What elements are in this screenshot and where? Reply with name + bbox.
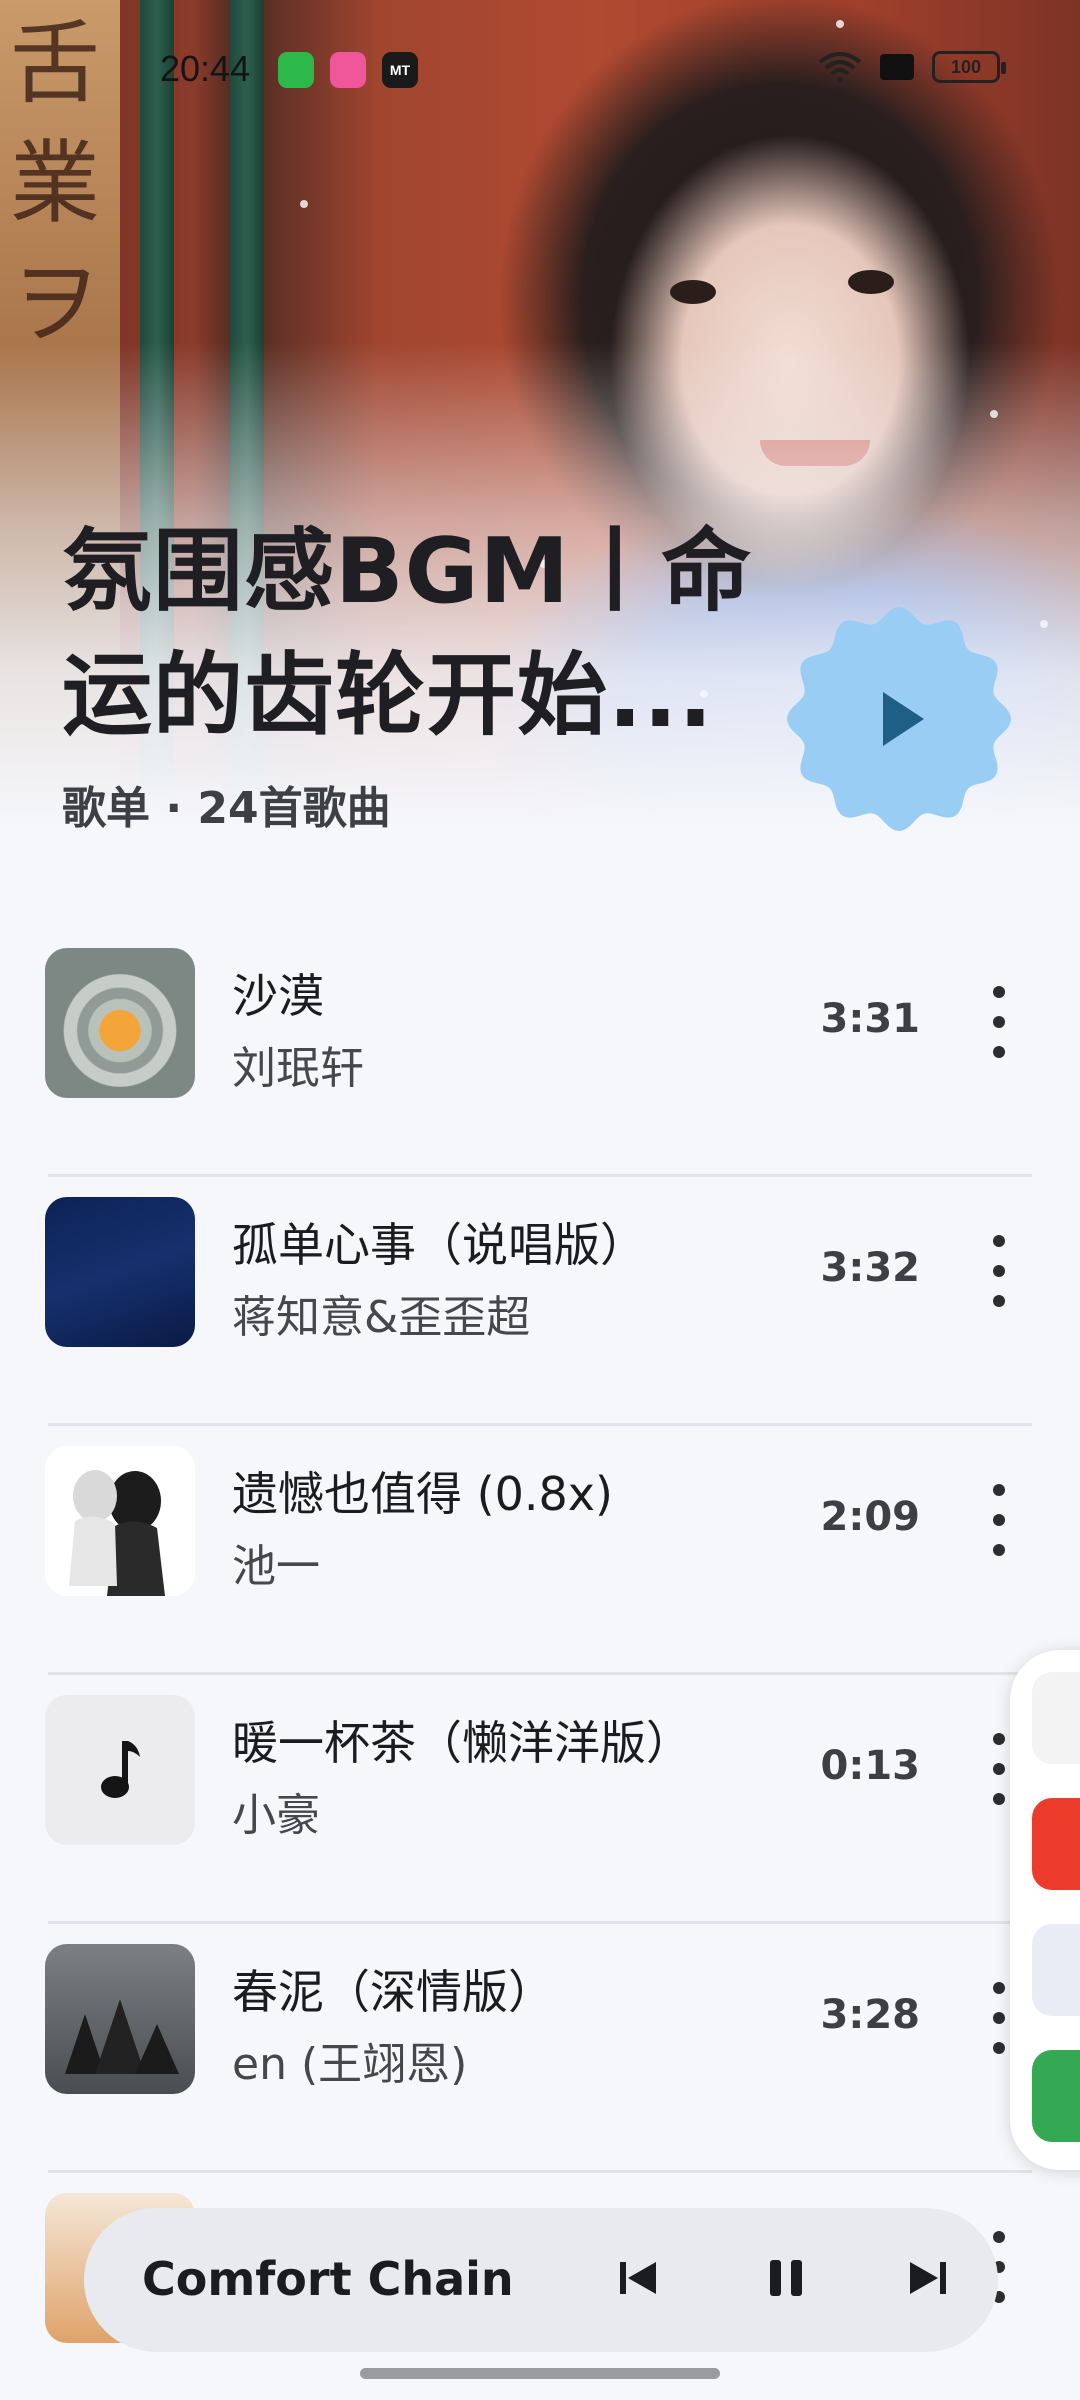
song-artist: 小豪 — [232, 1790, 320, 1841]
mt-app-icon: MT — [382, 52, 418, 88]
skip-previous-icon[interactable] — [606, 2246, 670, 2310]
song-row[interactable]: 暖一杯茶（懒洋洋版） 小豪 0:13 — [0, 1675, 1080, 1924]
song-list: 沙漠 刘珉轩 3:31 孤单心事（说唱版） 蒋知意&歪歪超 3:32 遗憾也值得… — [0, 928, 1080, 2400]
more-vertical-icon[interactable] — [984, 982, 1014, 1062]
song-cover — [45, 1695, 195, 1845]
song-title: 孤单心事（说唱版） — [232, 1218, 646, 1272]
status-time: 20:44 — [160, 48, 251, 89]
home-indicator[interactable] — [360, 2368, 720, 2379]
song-artist: 蒋知意&歪歪超 — [232, 1292, 531, 1343]
song-title: 沙漠 — [232, 969, 324, 1023]
status-bar: 20:44 MT 100 — [0, 40, 1080, 96]
song-row[interactable]: 春泥（深情版） en (王翊恩) 3:28 — [0, 1924, 1080, 2173]
song-title: 春泥（深情版） — [232, 1965, 554, 2019]
song-row[interactable]: 孤单心事（说唱版） 蒋知意&歪歪超 3:32 — [0, 1177, 1080, 1426]
translate-app-icon[interactable] — [1032, 1798, 1080, 1890]
more-vertical-icon[interactable] — [984, 1480, 1014, 1560]
song-cover — [45, 1944, 195, 2094]
dock-app-icon[interactable] — [1032, 1672, 1080, 1764]
shield-app-icon — [278, 52, 314, 88]
no-sim-icon — [880, 54, 914, 80]
playlist-title: 氛围感BGM丨命运的齿轮开始... — [62, 519, 753, 748]
song-title: 暖一杯茶（懒洋洋版） — [232, 1716, 692, 1770]
music-note-icon — [101, 1741, 140, 1798]
song-duration: 0:13 — [820, 1743, 921, 1789]
song-duration: 3:28 — [820, 1992, 921, 2038]
mini-player[interactable]: Comfort Chain — [84, 2208, 998, 2352]
song-cover — [45, 1446, 195, 1596]
floating-app-dock — [1010, 1650, 1080, 2170]
song-duration: 3:32 — [820, 1245, 921, 1291]
song-duration: 2:09 — [820, 1494, 921, 1540]
pause-icon[interactable] — [754, 2246, 818, 2310]
song-row[interactable]: 遗憾也值得 (0.8x) 池一 2:09 — [0, 1426, 1080, 1675]
battery-icon: 100 — [932, 51, 1006, 83]
playlist-subtitle: 歌单 · 24首歌曲 — [62, 783, 391, 834]
screen-record-app-icon[interactable] — [1032, 1924, 1080, 2016]
wifi-icon — [818, 52, 862, 83]
now-playing-title: Comfort Chain — [142, 2252, 514, 2306]
play-all-button[interactable] — [784, 604, 1014, 834]
more-vertical-icon[interactable] — [984, 1231, 1014, 1311]
chat-app-icon[interactable] — [1032, 2050, 1080, 2142]
song-row[interactable]: 沙漠 刘珉轩 3:31 — [0, 928, 1080, 1177]
song-duration: 3:31 — [820, 996, 921, 1042]
bilibili-app-icon — [330, 52, 366, 88]
song-title: 遗憾也值得 (0.8x) — [232, 1467, 613, 1521]
song-cover — [45, 948, 195, 1098]
song-artist: 刘珉轩 — [232, 1043, 364, 1094]
song-artist: en (王翊恩) — [232, 2039, 468, 2090]
song-cover — [45, 1197, 195, 1347]
skip-next-icon[interactable] — [896, 2246, 960, 2310]
song-artist: 池一 — [232, 1541, 320, 1592]
